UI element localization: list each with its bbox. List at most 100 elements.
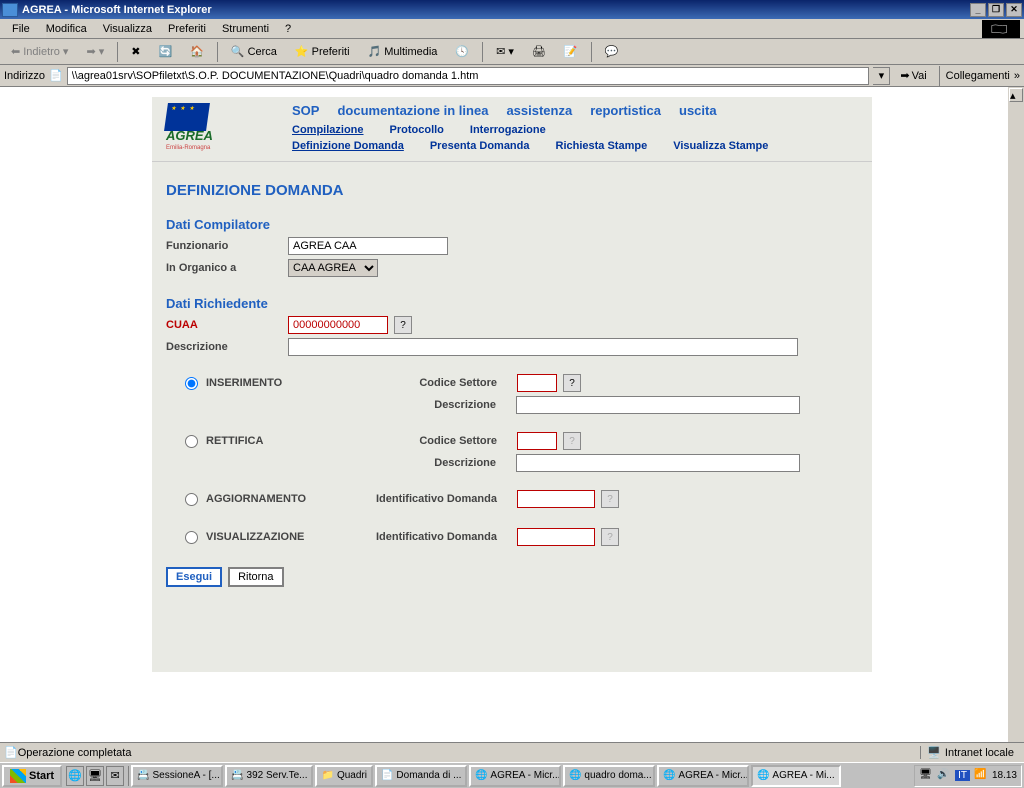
back-button[interactable]: ⬅ Indietro ▾: [4, 42, 75, 61]
inserimento-label: INSERIMENTO: [206, 377, 282, 389]
windows-logo-icon: [10, 769, 26, 783]
codice-help-2: ?: [563, 432, 581, 450]
identificativo-label-2: Identificativo Domanda: [367, 531, 517, 543]
radio-rettifica[interactable]: [185, 435, 198, 448]
close-button[interactable]: ✕: [1006, 3, 1022, 17]
rettifica-label: RETTIFICA: [206, 435, 263, 447]
nav-protocollo[interactable]: Protocollo: [390, 124, 444, 136]
nav-interrogazione[interactable]: Interrogazione: [470, 124, 546, 136]
links-label[interactable]: Collegamenti: [946, 70, 1010, 82]
page-title: DEFINIZIONE DOMANDA: [166, 182, 858, 199]
refresh-button[interactable]: 🔄: [151, 42, 179, 61]
nav-reportistica[interactable]: reportistica: [590, 103, 661, 118]
codice-settore-input-1[interactable]: [517, 374, 557, 392]
nav-documentazione[interactable]: documentazione in linea: [337, 103, 488, 118]
tray-icon-3[interactable]: 📶: [974, 769, 988, 783]
ritorna-button[interactable]: Ritorna: [228, 567, 283, 587]
nav-top: SOP documentazione in linea assistenza r…: [292, 103, 862, 118]
history-button[interactable]: 🕓: [448, 42, 476, 61]
codice-help-1[interactable]: ?: [563, 374, 581, 392]
nav-definizione-domanda[interactable]: Definizione Domanda: [292, 140, 404, 152]
codice-settore-label-1: Codice Settore: [367, 377, 517, 389]
window-titlebar: AGREA - Microsoft Internet Explorer _ ❐ …: [0, 0, 1024, 19]
section-richiedente: Dati Richiedente: [166, 296, 858, 311]
address-label: Indirizzo: [4, 70, 45, 82]
ql-desktop-icon[interactable]: 🖥: [86, 766, 104, 786]
search-button[interactable]: 🔍Cerca: [224, 42, 284, 61]
window-title: AGREA - Microsoft Internet Explorer: [22, 4, 212, 16]
status-message: Operazione completata: [18, 747, 132, 759]
tray-icon-1[interactable]: 🖥: [919, 769, 933, 783]
lang-indicator[interactable]: IT: [955, 770, 970, 781]
forward-button: ➡ ▾: [79, 42, 111, 61]
content-viewport: ▴ AGREA Emilia-Romagna SOP documentazion…: [0, 87, 1024, 742]
nav-visualizza-stampe[interactable]: Visualizza Stampe: [673, 140, 768, 152]
visualizzazione-label: VISUALIZZAZIONE: [206, 531, 304, 543]
codice-settore-label-2: Codice Settore: [367, 435, 517, 447]
menu-preferiti[interactable]: Preferiti: [160, 21, 214, 37]
menu-strumenti[interactable]: Strumenti: [214, 21, 277, 37]
home-button[interactable]: 🏠: [183, 42, 211, 61]
nav-compilazione[interactable]: Compilazione: [292, 124, 364, 136]
page-header: AGREA Emilia-Romagna SOP documentazione …: [152, 97, 872, 162]
descrizione-label: Descrizione: [166, 341, 288, 353]
radio-inserimento[interactable]: [185, 377, 198, 390]
go-button[interactable]: ➡Vai: [894, 67, 932, 84]
identificativo-input-1[interactable]: [517, 490, 595, 508]
radio-aggiornamento[interactable]: [185, 493, 198, 506]
descrizione-settore-2[interactable]: [516, 454, 800, 472]
maximize-button[interactable]: ❐: [988, 3, 1004, 17]
toolbar: ⬅ Indietro ▾ ➡ ▾ ✖ 🔄 🏠 🔍Cerca ⭐Preferiti…: [0, 39, 1024, 65]
agrea-logo: AGREA Emilia-Romagna: [166, 103, 226, 151]
print-button[interactable]: 🖨: [525, 42, 553, 61]
funzionario-label: Funzionario: [166, 240, 288, 252]
media-button[interactable]: 🎵Multimedia: [361, 42, 445, 61]
form-area: DEFINIZIONE DOMANDA Dati Compilatore Fun…: [152, 162, 872, 672]
ms-logo-icon: [982, 20, 1020, 38]
clock: 18.13: [992, 770, 1017, 781]
identificativo-help-2: ?: [601, 528, 619, 546]
address-input[interactable]: [67, 67, 870, 85]
ql-ie-icon[interactable]: 🌐: [66, 766, 84, 786]
descrizione-label-2: Descrizione: [366, 457, 516, 469]
aggiornamento-label: AGGIORNAMENTO: [206, 493, 306, 505]
taskbar: Start 🌐 🖥 ✉ 📇SessioneA - [... 📇392 Serv.…: [0, 762, 1024, 788]
radio-visualizzazione[interactable]: [185, 531, 198, 544]
addressbar: Indirizzo 📄 ▾ ➡Vai Collegamenti »: [0, 65, 1024, 87]
identificativo-label-1: Identificativo Domanda: [367, 493, 517, 505]
descrizione-settore-1[interactable]: [516, 396, 800, 414]
edit-button[interactable]: 📝: [557, 42, 585, 61]
identificativo-help-1: ?: [601, 490, 619, 508]
menu-file[interactable]: File: [4, 21, 38, 37]
links-chevron-icon[interactable]: »: [1014, 70, 1020, 82]
address-dropdown[interactable]: ▾: [873, 67, 890, 85]
nav-sop[interactable]: SOP: [292, 103, 319, 118]
mail-button[interactable]: ✉ ▾: [489, 42, 521, 61]
discuss-button[interactable]: 💬: [598, 42, 626, 61]
descrizione-input[interactable]: [288, 338, 798, 356]
nav-assistenza[interactable]: assistenza: [506, 103, 572, 118]
codice-settore-input-2[interactable]: [517, 432, 557, 450]
statusbar: 📄 Operazione completata 🖥️ Intranet loca…: [0, 742, 1024, 762]
minimize-button[interactable]: _: [970, 3, 986, 17]
organico-select[interactable]: CAA AGREA: [288, 259, 378, 277]
identificativo-input-2[interactable]: [517, 528, 595, 546]
scroll-up-icon[interactable]: ▴: [1009, 88, 1023, 102]
menu-visualizza[interactable]: Visualizza: [95, 21, 160, 37]
ql-outlook-icon[interactable]: ✉: [106, 766, 124, 786]
vertical-scrollbar[interactable]: ▴: [1008, 87, 1024, 742]
favorites-button[interactable]: ⭐Preferiti: [288, 42, 357, 61]
nav-presenta-domanda[interactable]: Presenta Domanda: [430, 140, 530, 152]
menu-help[interactable]: ?: [277, 21, 299, 37]
esegui-button[interactable]: Esegui: [166, 567, 222, 587]
stop-button[interactable]: ✖: [124, 42, 147, 61]
ie-icon: [2, 3, 18, 17]
nav-richiesta-stampe[interactable]: Richiesta Stampe: [556, 140, 648, 152]
menu-modifica[interactable]: Modifica: [38, 21, 95, 37]
nav-uscita[interactable]: uscita: [679, 103, 717, 118]
funzionario-input[interactable]: [288, 237, 448, 255]
cuaa-input[interactable]: [288, 316, 388, 334]
page-icon: 📄: [49, 69, 63, 82]
tray-icon-2[interactable]: 🔊: [937, 769, 951, 783]
cuaa-help-button[interactable]: ?: [394, 316, 412, 334]
